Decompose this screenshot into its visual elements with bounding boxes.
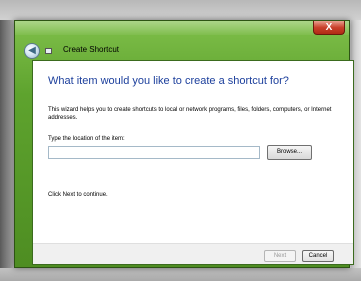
create-shortcut-window: X ◀ Create Shortcut What item would you … <box>14 20 354 268</box>
shortcut-wizard-icon <box>45 48 52 54</box>
wizard-title: Create Shortcut <box>63 45 120 54</box>
wizard-description: This wizard helps you to create shortcut… <box>48 107 332 121</box>
location-input[interactable] <box>48 146 260 159</box>
desktop-background-top <box>0 0 361 22</box>
back-button[interactable]: ◀ <box>24 43 40 59</box>
close-icon: X <box>325 22 333 33</box>
wizard-heading: What item would you like to create a sho… <box>48 75 289 87</box>
wizard-footer: Next Cancel <box>33 243 353 264</box>
cancel-button[interactable]: Cancel <box>302 250 334 262</box>
title-bar <box>15 21 349 35</box>
browse-button[interactable]: Browse... <box>267 145 312 160</box>
continue-instruction: Click Next to continue. <box>48 192 108 198</box>
location-label: Type the location of the item: <box>48 136 125 142</box>
next-button[interactable]: Next <box>264 250 296 262</box>
back-arrow-icon: ◀ <box>28 45 36 56</box>
desktop-background-left <box>0 20 14 270</box>
close-button[interactable]: X <box>313 21 345 35</box>
desktop-background-bottom <box>0 268 361 281</box>
wizard-content-panel: What item would you like to create a sho… <box>32 60 354 265</box>
